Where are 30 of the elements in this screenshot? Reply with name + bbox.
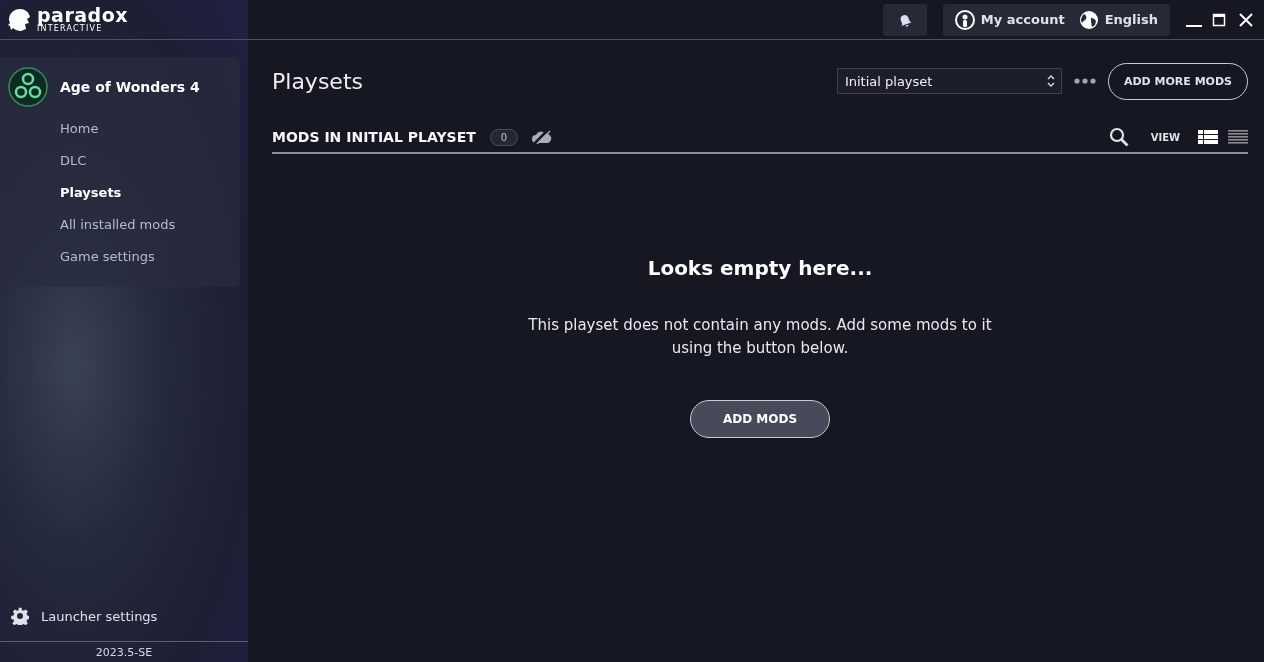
logo-wordmark: paradox (37, 6, 129, 25)
nav-item[interactable]: Game settings (60, 241, 240, 273)
more-options-button[interactable] (1073, 78, 1096, 84)
notifications-button[interactable] (882, 3, 927, 36)
nav-item[interactable]: DLC (60, 145, 240, 177)
version-label: 2023.5-SE (95, 645, 153, 659)
mod-count: 0 (489, 128, 519, 146)
nav-item[interactable]: Home (60, 113, 240, 145)
close-icon[interactable] (1238, 11, 1254, 28)
hidden-cloud-icon[interactable] (532, 129, 553, 145)
language-button[interactable]: English (1078, 9, 1158, 30)
maximize-icon[interactable] (1212, 11, 1228, 28)
triskelion-icon (8, 67, 48, 107)
view-label: VIEW (1150, 131, 1180, 143)
empty-message: This playset does not contain any mods. Add some mods to it using the button below. (527, 315, 993, 359)
game-title: Age of Wonders 4 (60, 79, 200, 95)
nav-item[interactable]: Playsets (60, 177, 240, 209)
chevron-updown-icon (1046, 74, 1055, 88)
globe-icon (1078, 9, 1099, 30)
page-title: Playsets (272, 68, 364, 94)
launcher-settings-link[interactable]: Launcher settings (41, 608, 158, 624)
settings-icon[interactable] (11, 607, 29, 625)
logo-tagline: INTERACTIVE (37, 25, 103, 33)
nav-item[interactable]: All installed mods (60, 209, 240, 241)
section-title: MODS IN INITIAL PLAYSET (272, 129, 476, 145)
my-account-button[interactable]: My account (954, 9, 1065, 30)
search-icon[interactable] (1108, 127, 1129, 147)
add-mods-button[interactable]: ADD MODS (690, 400, 830, 438)
playset-select[interactable]: Initial playset (836, 68, 1062, 94)
empty-heading: Looks empty here... (647, 256, 873, 280)
